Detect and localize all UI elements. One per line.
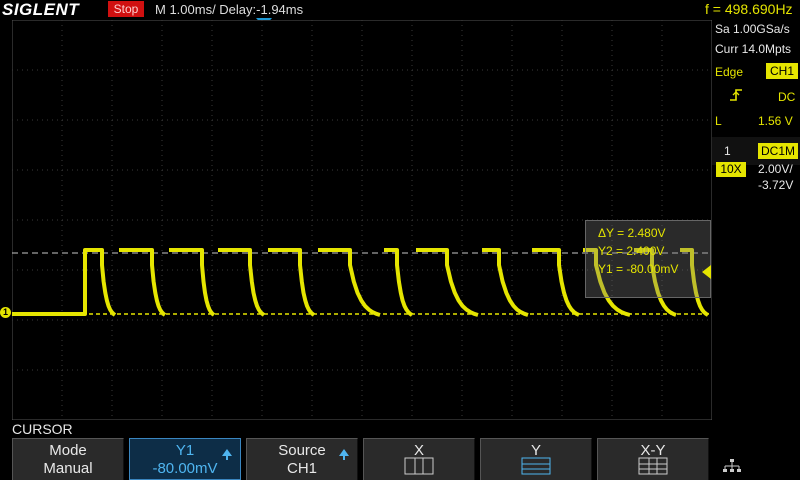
cursor-y1-value: Y1 = -80.00mV — [598, 262, 679, 276]
ch1-ground-marker[interactable]: 1 — [0, 307, 11, 318]
y-cursor-button[interactable]: Y — [480, 438, 592, 480]
brand-logo: SIGLENT — [2, 0, 80, 19]
timebase-readout[interactable]: M 1.00ms/ Delay:-1.94ms — [155, 2, 303, 17]
xy-cursor-button[interactable]: X-Y — [597, 438, 709, 480]
probe-attenuation-badge: 10X — [716, 162, 746, 177]
x-cursor-icon — [404, 457, 434, 475]
network-icon — [723, 459, 741, 472]
rising-edge-icon — [730, 89, 742, 101]
xy-cursor-icon — [638, 457, 668, 475]
sample-rate: Sa 1.00GSa/s — [715, 22, 790, 36]
channel-coupling-badge[interactable]: DC1M — [758, 143, 798, 159]
vertical-scale: 2.00V/ — [758, 162, 793, 176]
menu-title: CURSOR — [12, 421, 73, 437]
trigger-source-badge[interactable]: CH1 — [766, 63, 798, 79]
trigger-level-value: 1.56 V — [758, 114, 793, 128]
trigger-level-label: L — [715, 114, 722, 128]
trigger-type[interactable]: Edge — [715, 65, 743, 79]
channel-number: 1 — [724, 144, 731, 158]
x-cursor-button[interactable]: X — [363, 438, 475, 480]
y1-button[interactable]: Y1 -80.00mV — [129, 438, 241, 480]
run-stop-badge[interactable]: Stop — [108, 1, 144, 17]
trigger-level-marker[interactable] — [702, 265, 711, 279]
source-button[interactable]: Source CH1 — [246, 438, 358, 480]
adjust-knob-icon — [339, 449, 349, 460]
mode-button-label: Mode — [49, 442, 87, 459]
y1-button-value: -80.00mV — [152, 460, 218, 477]
mode-button[interactable]: Mode Manual — [12, 438, 124, 480]
trigger-coupling: DC — [778, 90, 796, 104]
cursor-y2-value: Y2 = 2.400V — [598, 244, 665, 258]
memory-depth: Curr 14.0Mpts — [715, 42, 792, 56]
cursor-delta-y: ΔY = 2.480V — [598, 226, 666, 240]
vertical-offset: -3.72V — [758, 178, 794, 192]
mode-button-value: Manual — [43, 460, 93, 477]
source-button-value: CH1 — [286, 460, 317, 477]
adjust-knob-icon — [222, 449, 232, 460]
y-cursor-icon — [521, 457, 551, 475]
frequency-readout: f = 498.690Hz — [705, 1, 793, 17]
